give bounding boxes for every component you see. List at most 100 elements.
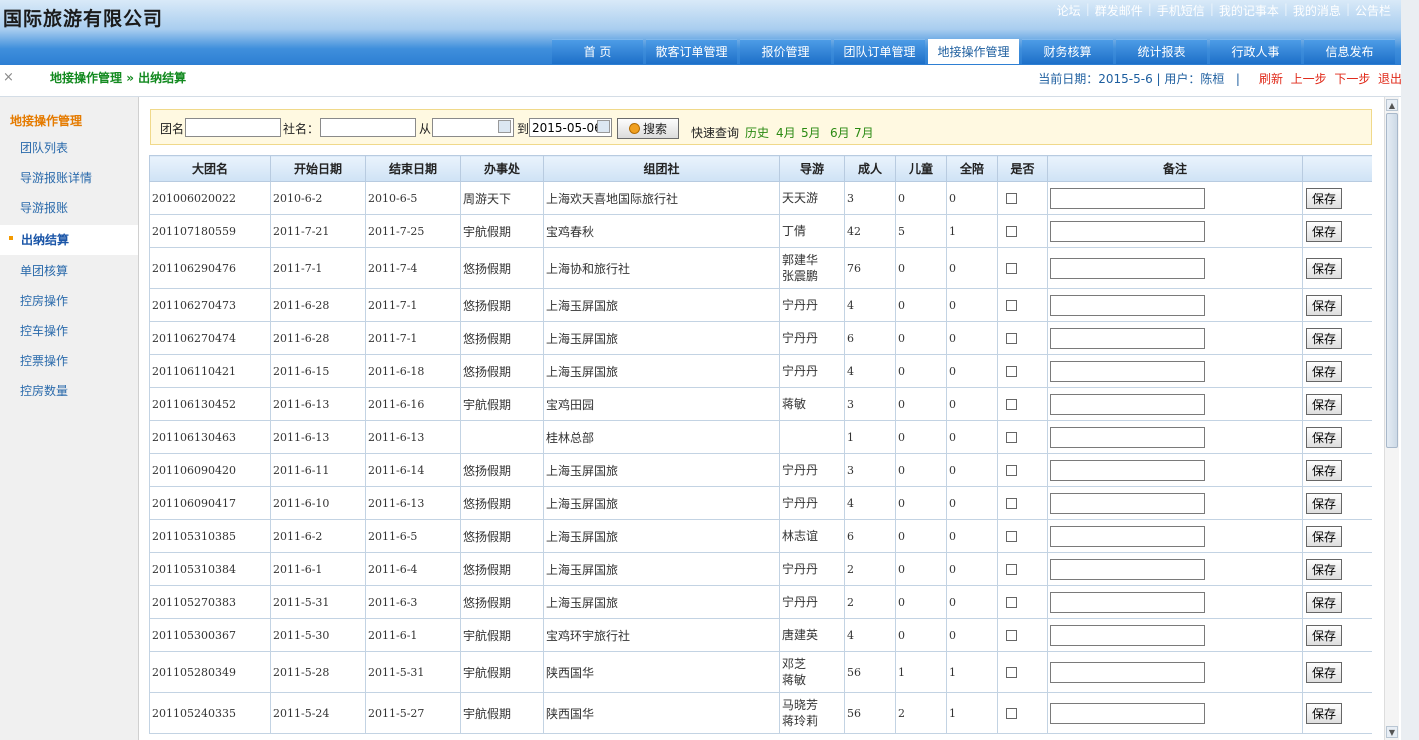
breadcrumb-section[interactable]: 地接操作管理 bbox=[50, 71, 122, 85]
row-checkbox[interactable] bbox=[1006, 299, 1017, 311]
quick-link-july[interactable]: 7月 bbox=[854, 124, 874, 141]
note-input[interactable] bbox=[1050, 558, 1205, 580]
tab-group-orders[interactable]: 团队订单管理 bbox=[834, 39, 925, 64]
sidebar-item-single-group-accounting[interactable]: 单团核算 bbox=[0, 256, 138, 286]
note-input[interactable] bbox=[1050, 492, 1205, 514]
note-input[interactable] bbox=[1050, 459, 1205, 481]
note-input[interactable] bbox=[1050, 294, 1205, 316]
calendar-icon[interactable] bbox=[498, 120, 511, 133]
row-checkbox[interactable] bbox=[1006, 332, 1017, 344]
scroll-down-icon[interactable]: ▼ bbox=[1386, 726, 1398, 738]
next-step-link[interactable]: 下一步 bbox=[1334, 72, 1370, 86]
save-button[interactable]: 保存 bbox=[1306, 327, 1342, 349]
row-checkbox[interactable] bbox=[1006, 262, 1017, 274]
row-checkbox[interactable] bbox=[1006, 530, 1017, 542]
settlement-table-wrapper: 大团名 开始日期 结束日期 办事处 组团社 导游 成人 儿童 全陪 是否 备注 … bbox=[149, 155, 1372, 740]
refresh-link[interactable]: 刷新 bbox=[1259, 72, 1283, 86]
cell-adult-count: 3 bbox=[844, 387, 896, 421]
tab-reports[interactable]: 统计报表 bbox=[1116, 39, 1207, 64]
top-link-sms[interactable]: 手机短信 bbox=[1157, 2, 1205, 19]
tab-publish[interactable]: 信息发布 bbox=[1304, 39, 1395, 64]
note-input[interactable] bbox=[1050, 702, 1205, 724]
row-checkbox[interactable] bbox=[1006, 398, 1017, 410]
cell-end-date: 2011-5-31 bbox=[365, 651, 461, 693]
tab-quotes[interactable]: 报价管理 bbox=[740, 39, 831, 64]
note-input[interactable] bbox=[1050, 393, 1205, 415]
cell-end-date: 2011-6-1 bbox=[365, 618, 461, 652]
row-checkbox[interactable] bbox=[1006, 497, 1017, 509]
save-button[interactable]: 保存 bbox=[1306, 591, 1342, 613]
tab-finance[interactable]: 财务核算 bbox=[1022, 39, 1113, 64]
save-button[interactable]: 保存 bbox=[1306, 257, 1342, 279]
sidebar-item-room-control[interactable]: 控房操作 bbox=[0, 286, 138, 316]
cell-group-id: 201106130463 bbox=[149, 420, 271, 454]
save-button[interactable]: 保存 bbox=[1306, 220, 1342, 242]
note-input[interactable] bbox=[1050, 426, 1205, 448]
save-button[interactable]: 保存 bbox=[1306, 525, 1342, 547]
note-input[interactable] bbox=[1050, 624, 1205, 646]
scroll-up-icon[interactable]: ▲ bbox=[1386, 99, 1398, 111]
save-button[interactable]: 保存 bbox=[1306, 360, 1342, 382]
sidebar-item-team-list[interactable]: 团队列表 bbox=[0, 133, 138, 163]
save-button[interactable]: 保存 bbox=[1306, 702, 1342, 724]
quick-link-history[interactable]: 历史 bbox=[745, 124, 769, 141]
tab-hr[interactable]: 行政人事 bbox=[1210, 39, 1301, 64]
save-button[interactable]: 保存 bbox=[1306, 661, 1342, 683]
quick-link-april[interactable]: 4月 bbox=[776, 124, 796, 141]
note-input[interactable] bbox=[1050, 327, 1205, 349]
top-link-messages[interactable]: 我的消息 bbox=[1293, 2, 1341, 19]
quick-link-june[interactable]: 6月 bbox=[830, 124, 850, 141]
row-checkbox[interactable] bbox=[1006, 192, 1017, 204]
row-checkbox[interactable] bbox=[1006, 464, 1017, 476]
note-input[interactable] bbox=[1050, 360, 1205, 382]
save-button[interactable]: 保存 bbox=[1306, 393, 1342, 415]
save-button[interactable]: 保存 bbox=[1306, 187, 1342, 209]
logout-link[interactable]: 退出 bbox=[1378, 72, 1402, 86]
save-button[interactable]: 保存 bbox=[1306, 492, 1342, 514]
note-input[interactable] bbox=[1050, 525, 1205, 547]
sidebar-item-cashier-settlement[interactable]: 出纳结算 bbox=[0, 225, 138, 255]
row-checkbox[interactable] bbox=[1006, 431, 1017, 443]
calendar-icon[interactable] bbox=[597, 120, 610, 133]
sidebar-item-vehicle-control[interactable]: 控车操作 bbox=[0, 316, 138, 346]
search-button[interactable]: 搜索 bbox=[617, 118, 679, 139]
cell-agency: 上海玉屏国旅 bbox=[543, 354, 780, 388]
save-button[interactable]: 保存 bbox=[1306, 426, 1342, 448]
save-button[interactable]: 保存 bbox=[1306, 459, 1342, 481]
tab-ground-operations[interactable]: 地接操作管理 bbox=[928, 39, 1019, 64]
prev-step-link[interactable]: 上一步 bbox=[1291, 72, 1327, 86]
row-checkbox[interactable] bbox=[1006, 225, 1017, 237]
top-link-mass-mail[interactable]: 群发邮件 bbox=[1095, 2, 1143, 19]
tab-individual-orders[interactable]: 散客订单管理 bbox=[646, 39, 737, 64]
row-checkbox[interactable] bbox=[1006, 707, 1017, 719]
note-input[interactable] bbox=[1050, 591, 1205, 613]
save-button[interactable]: 保存 bbox=[1306, 558, 1342, 580]
sidebar-item-room-quantity[interactable]: 控房数量 bbox=[0, 376, 138, 406]
row-checkbox[interactable] bbox=[1006, 563, 1017, 575]
agency-name-input[interactable] bbox=[320, 118, 416, 137]
top-link-notebook[interactable]: 我的记事本 bbox=[1219, 2, 1279, 19]
quick-link-may[interactable]: 5月 bbox=[801, 124, 821, 141]
sidebar-item-guide-expense[interactable]: 导游报账 bbox=[0, 193, 138, 223]
row-checkbox[interactable] bbox=[1006, 365, 1017, 377]
top-link-forum[interactable]: 论坛 bbox=[1057, 2, 1081, 19]
sidebar-item-guide-expense-detail[interactable]: 导游报账详情 bbox=[0, 163, 138, 193]
vertical-scrollbar[interactable]: ▲ ▼ bbox=[1384, 97, 1399, 740]
group-name-input[interactable] bbox=[185, 118, 281, 137]
tab-home[interactable]: 首 页 bbox=[552, 39, 643, 64]
cell-adult-count: 4 bbox=[844, 486, 896, 520]
note-input[interactable] bbox=[1050, 661, 1205, 683]
save-button[interactable]: 保存 bbox=[1306, 294, 1342, 316]
note-input[interactable] bbox=[1050, 187, 1205, 209]
row-checkbox[interactable] bbox=[1006, 596, 1017, 608]
row-checkbox[interactable] bbox=[1006, 629, 1017, 641]
row-checkbox[interactable] bbox=[1006, 666, 1017, 678]
top-link-notice[interactable]: 公告栏 bbox=[1355, 2, 1391, 19]
scrollbar-thumb[interactable] bbox=[1386, 113, 1398, 448]
sidebar-item-ticket-control[interactable]: 控票操作 bbox=[0, 346, 138, 376]
close-icon[interactable]: × bbox=[3, 70, 14, 85]
note-input[interactable] bbox=[1050, 257, 1205, 279]
save-button[interactable]: 保存 bbox=[1306, 624, 1342, 646]
cell-guide: 林志谊 bbox=[779, 519, 845, 553]
note-input[interactable] bbox=[1050, 220, 1205, 242]
